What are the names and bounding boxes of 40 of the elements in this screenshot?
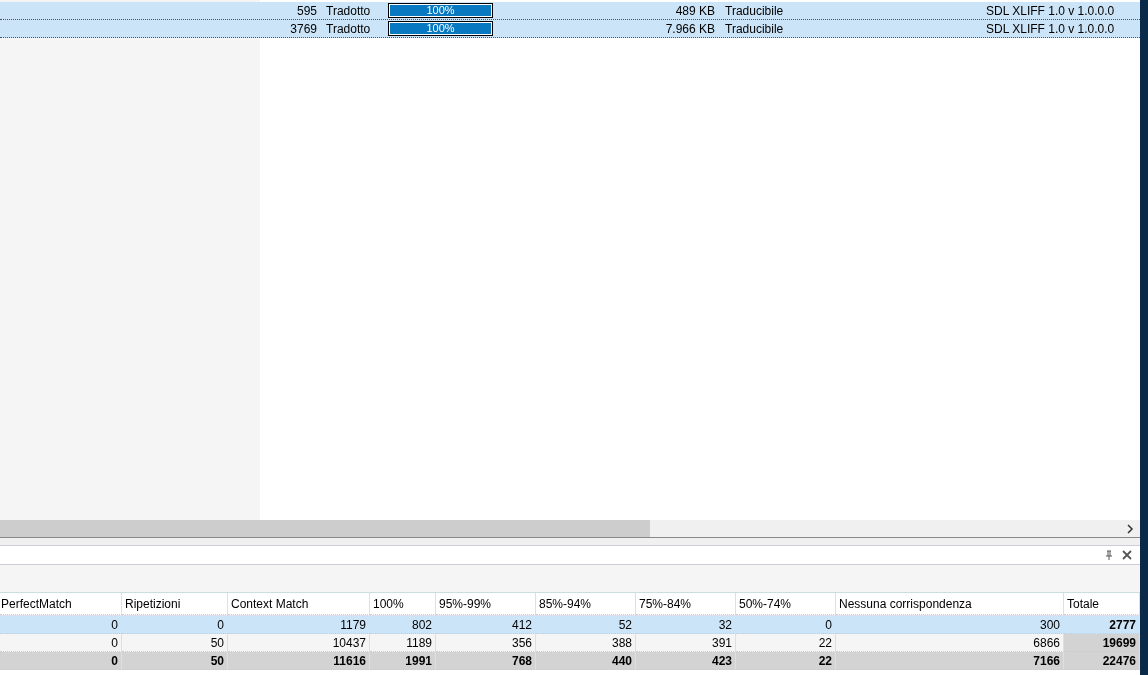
table-cell: 768 xyxy=(436,652,536,670)
table-cell: 19699 xyxy=(1064,634,1140,652)
close-icon[interactable] xyxy=(1122,550,1132,560)
word-count: 595 xyxy=(295,3,317,18)
file-row[interactable]: 595 Tradotto 100% 489 KB Traducibile SDL XLIFF 1.0 v 1.0.0.0 xyxy=(0,2,1140,20)
scroll-right-icon[interactable] xyxy=(1124,522,1136,535)
pin-icon[interactable] xyxy=(1104,550,1114,560)
column-header[interactable]: 75%-84% xyxy=(636,593,736,615)
file-type: Traducibile xyxy=(725,3,785,18)
column-header[interactable]: PerfectMatch xyxy=(0,593,122,615)
word-count: 3769 xyxy=(289,21,317,36)
file-format: SDL XLIFF 1.0 v 1.0.0.0 xyxy=(986,3,1115,18)
stats-row[interactable]: 0 0 1179 802 412 52 32 0 300 2777 xyxy=(0,616,1140,634)
table-cell: 0 xyxy=(0,652,122,670)
file-size: 7.966 KB xyxy=(664,21,715,36)
column-header[interactable]: 95%-99% xyxy=(436,593,536,615)
file-row[interactable]: 3769 Tradotto 100% 7.966 KB Traducibile SDL XLIFF 1.0 v 1.0.0.0 xyxy=(0,20,1140,38)
table-cell: 1991 xyxy=(370,652,436,670)
stats-row[interactable]: 0 50 10437 1189 356 388 391 22 6866 19699 xyxy=(0,634,1140,652)
status-text: Tradotto xyxy=(326,3,372,18)
column-header[interactable]: Ripetizioni xyxy=(122,593,228,615)
table-cell: 423 xyxy=(636,652,736,670)
column-header[interactable]: 85%-94% xyxy=(536,593,636,615)
table-cell: 50 xyxy=(122,652,228,670)
table-cell: 440 xyxy=(536,652,636,670)
horizontal-scrollbar[interactable] xyxy=(0,520,1140,538)
table-cell: 7166 xyxy=(836,652,1064,670)
progress-label: 100% xyxy=(425,22,456,35)
column-header[interactable]: Context Match xyxy=(228,593,370,615)
scrollbar-thumb[interactable] xyxy=(0,520,650,537)
file-type: Traducibile xyxy=(725,21,785,36)
file-format: SDL XLIFF 1.0 v 1.0.0.0 xyxy=(986,21,1115,36)
table-cell: 22 xyxy=(736,652,836,670)
status-text: Tradotto xyxy=(326,21,372,36)
column-header[interactable]: Nessuna corrispondenza xyxy=(836,593,1064,615)
progress-label: 100% xyxy=(425,4,456,17)
table-cell: 11616 xyxy=(228,652,370,670)
column-header[interactable]: 50%-74% xyxy=(736,593,836,615)
file-size: 489 KB xyxy=(674,3,715,18)
column-header[interactable]: 100% xyxy=(370,593,436,615)
